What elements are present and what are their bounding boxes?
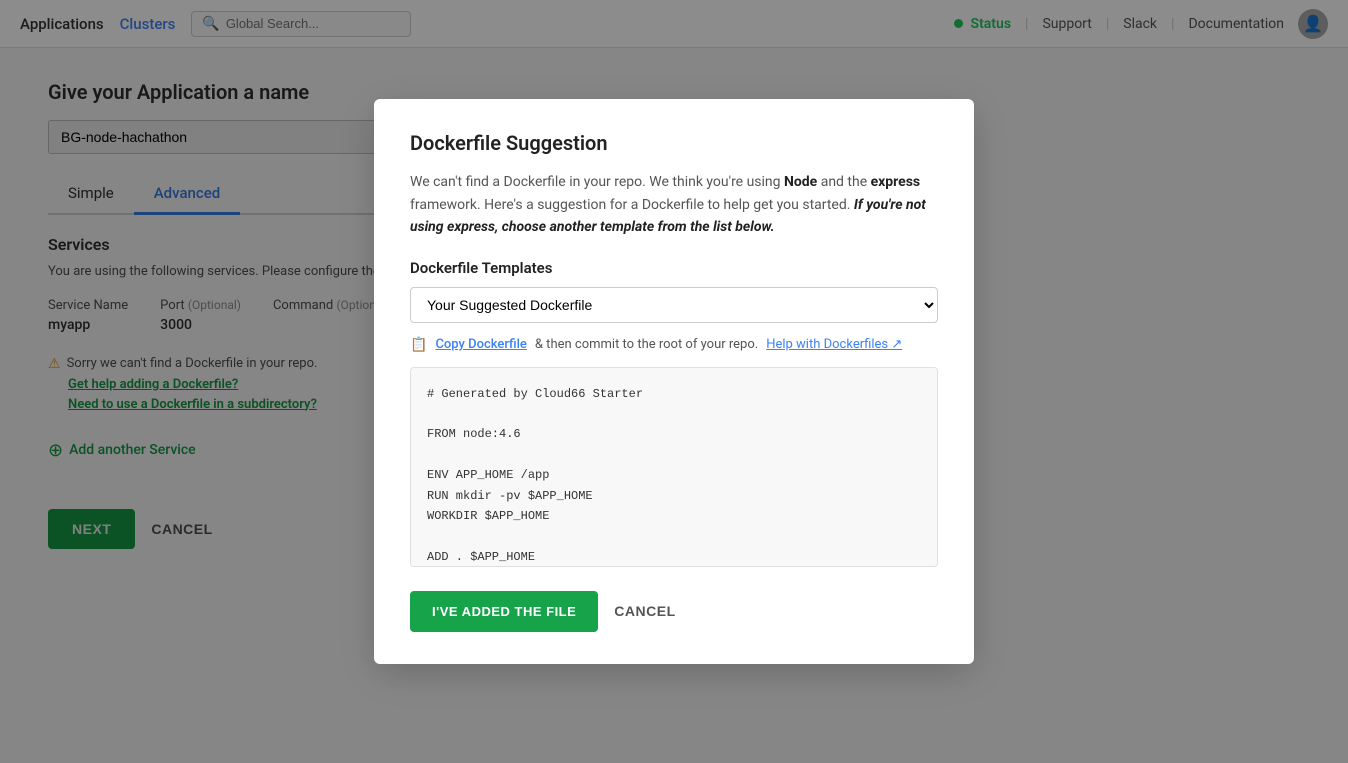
help-dockerfiles-link[interactable]: Help with Dockerfiles ↗ xyxy=(766,337,902,352)
copy-icon: 📋 xyxy=(410,337,427,353)
modal-title: Dockerfile Suggestion xyxy=(410,131,938,155)
copy-dockerfile-link[interactable]: Copy Dockerfile xyxy=(435,337,526,352)
modal-cancel-button[interactable]: CANCEL xyxy=(614,603,675,619)
dockerfile-suggestion-modal: Dockerfile Suggestion We can't find a Do… xyxy=(374,99,974,663)
dockerfile-template-select[interactable]: Your Suggested DockerfileNode.jsRuby on … xyxy=(410,287,938,323)
copy-text: & then commit to the root of your repo. xyxy=(535,337,758,352)
dockerfile-code-block: # Generated by Cloud66 Starter FROM node… xyxy=(410,367,938,567)
modal-buttons: I'VE ADDED THE FILE CANCEL xyxy=(410,591,938,632)
modal-description: We can't find a Dockerfile in your repo.… xyxy=(410,171,938,238)
ive-added-file-button[interactable]: I'VE ADDED THE FILE xyxy=(410,591,598,632)
modal-overlay: Dockerfile Suggestion We can't find a Do… xyxy=(0,0,1348,763)
templates-title: Dockerfile Templates xyxy=(410,259,938,277)
copy-row: 📋 Copy Dockerfile & then commit to the r… xyxy=(410,337,938,353)
